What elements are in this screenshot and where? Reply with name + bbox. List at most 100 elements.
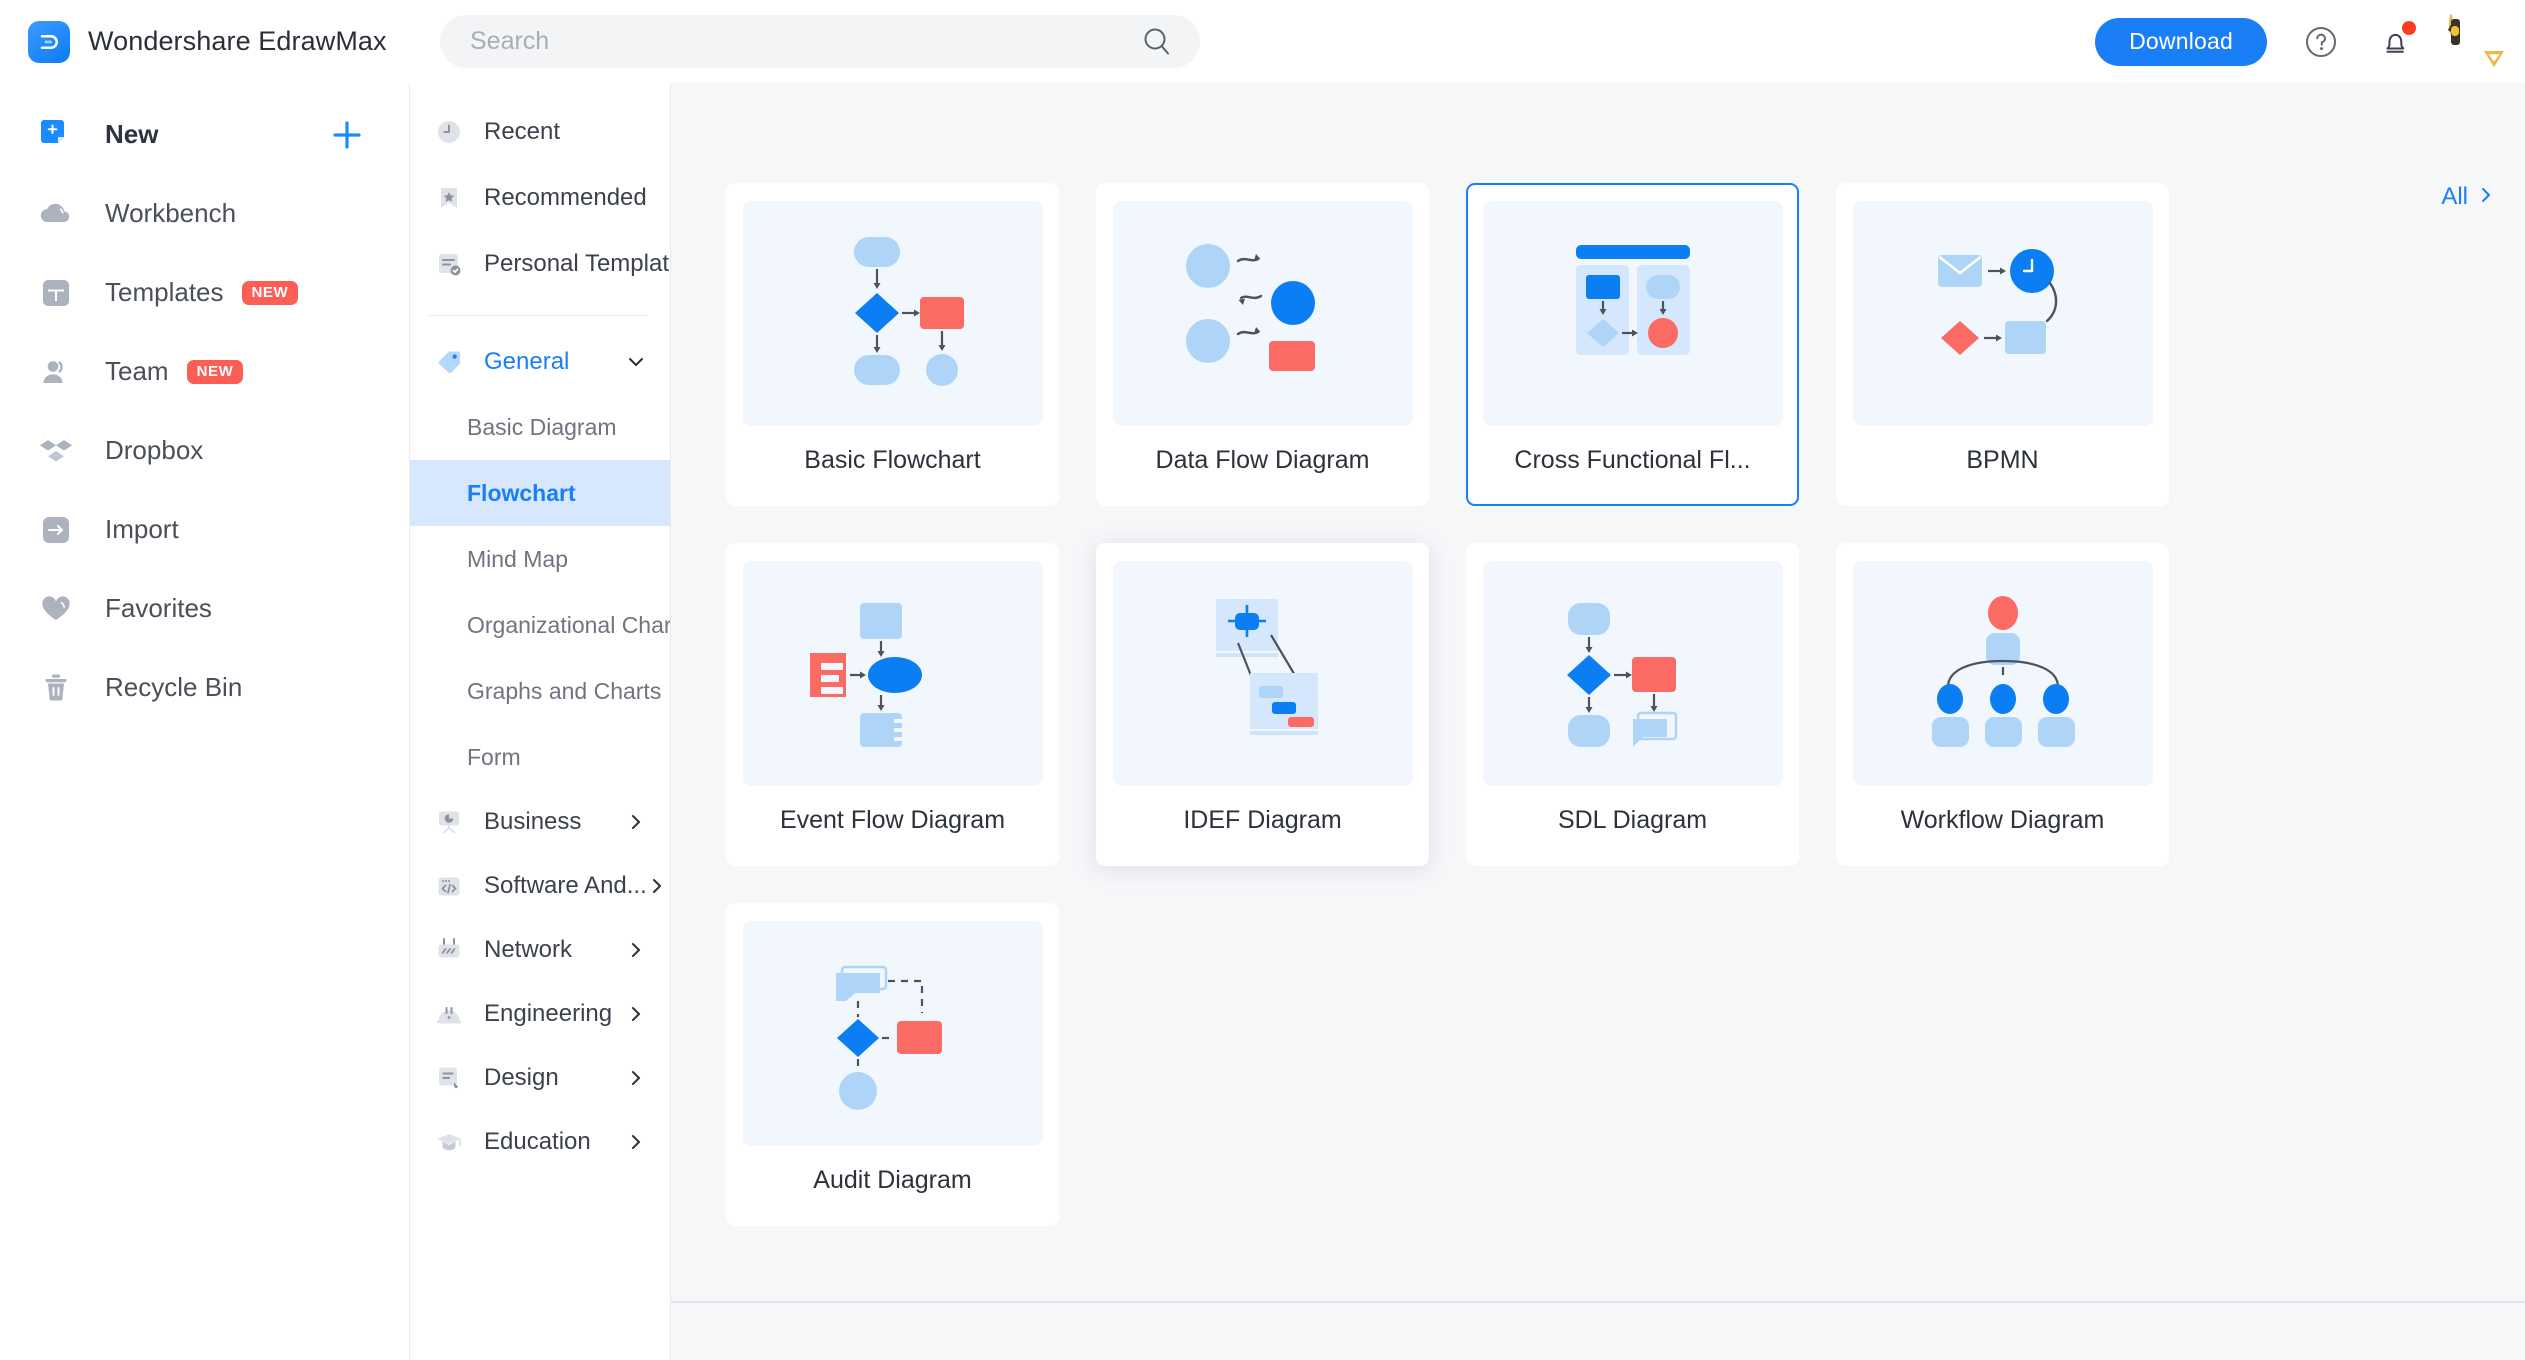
chevron-right-icon[interactable] — [647, 876, 667, 896]
category-subitem-form[interactable]: Form — [410, 724, 670, 790]
view-all-link[interactable]: All — [2441, 183, 2495, 211]
template-card-idef-diagram[interactable]: IDEF Diagram — [1096, 543, 1429, 866]
tag-icon — [434, 347, 464, 377]
panel-divider — [428, 315, 648, 316]
template-card-audit-diagram[interactable]: Audit Diagram — [726, 903, 1059, 1226]
sidebar-item-templates[interactable]: Templates NEW — [0, 253, 409, 332]
category-group-label: Design — [484, 1064, 559, 1091]
template-card-workflow-diagram[interactable]: Workflow Diagram — [1836, 543, 2169, 866]
template-card-basic-flowchart[interactable]: Basic Flowchart — [726, 183, 1059, 506]
search-box[interactable] — [440, 15, 1200, 68]
category-group-engineering[interactable]: Engineering — [410, 982, 670, 1046]
audit-diagram-thumb — [742, 921, 1043, 1146]
category-item-label: Personal Template — [484, 250, 671, 277]
template-card-title: Event Flow Diagram — [779, 806, 1006, 834]
chevron-down-icon[interactable] — [626, 352, 646, 372]
template-card-sdl-diagram[interactable]: SDL Diagram — [1466, 543, 1799, 866]
help-icon[interactable] — [2301, 22, 2341, 62]
bell-icon[interactable] — [2375, 20, 2416, 62]
category-subitem-mind-map[interactable]: Mind Map — [410, 526, 670, 592]
vip-crown-badge-icon — [2482, 48, 2506, 70]
chevron-right-icon[interactable] — [626, 940, 646, 960]
app-body: New Workbench Templates NEW Team NEW Dro… — [0, 83, 2525, 1360]
new-document-icon — [35, 114, 77, 156]
template-card-bpmn[interactable]: BPMN — [1836, 183, 2169, 506]
category-group-label: Engineering — [484, 1000, 613, 1027]
view-all-label: All — [2441, 183, 2468, 210]
chevron-right-icon — [2477, 183, 2495, 211]
brand-name: Wondershare EdrawMax — [88, 26, 387, 56]
templates-icon — [35, 272, 77, 314]
category-subitem-organizational-chart[interactable]: Organizational Chart — [410, 592, 670, 658]
data-flow-diagram-thumb — [1112, 201, 1413, 426]
sidebar-item-dropbox[interactable]: Dropbox — [0, 411, 409, 490]
add-new-button[interactable] — [330, 118, 364, 152]
template-card-title: Basic Flowchart — [804, 446, 981, 474]
sidebar-item-recycle-bin[interactable]: Recycle Bin — [0, 648, 409, 727]
sidebar-item-favorites[interactable]: Favorites — [0, 569, 409, 648]
sidebar-item-label: Recycle Bin — [105, 672, 243, 702]
search-input[interactable] — [470, 27, 1140, 56]
category-group-education[interactable]: Education — [410, 1110, 670, 1174]
template-card-event-flow-diagram[interactable]: Event Flow Diagram — [726, 543, 1059, 866]
category-group-network[interactable]: Network — [410, 918, 670, 982]
code-brackets-icon — [434, 871, 464, 901]
basic-flowchart-thumb — [742, 201, 1043, 426]
category-subitem-flowchart[interactable]: Flowchart — [410, 460, 670, 526]
category-group-label: Business — [484, 808, 582, 835]
trash-icon — [35, 667, 77, 709]
category-item-personal-template[interactable]: Personal Template — [410, 231, 670, 297]
category-group-label: General — [484, 348, 570, 375]
avatar[interactable] — [2447, 13, 2504, 68]
edrawmax-window: Wondershare EdrawMax Download — [0, 0, 2525, 1360]
event-flow-diagram-thumb — [742, 561, 1043, 786]
template-card-data-flow-diagram[interactable]: Data Flow Diagram — [1096, 183, 1429, 506]
notification-dot — [2402, 20, 2416, 35]
category-item-label: Recommended — [484, 184, 647, 211]
sidebar-item-label: Team — [105, 356, 169, 386]
sidebar-item-team[interactable]: Team NEW — [0, 332, 409, 411]
sidebar-item-label: Import — [105, 514, 179, 544]
header-actions: Download — [2095, 13, 2525, 68]
template-gallery: All Basic Flowchart Data Flow Diagram Cr… — [671, 83, 2525, 1360]
idef-diagram-thumb — [1112, 561, 1413, 786]
hard-hat-icon — [434, 999, 464, 1029]
category-group-label: Software And... — [484, 872, 647, 899]
category-group-software[interactable]: Software And... — [410, 854, 670, 918]
sidebar-item-import[interactable]: Import — [0, 490, 409, 569]
category-group-design[interactable]: Design — [410, 1046, 670, 1110]
template-card-title: BPMN — [1966, 446, 2039, 474]
download-button[interactable]: Download — [2095, 17, 2267, 66]
user-avatar-image — [2447, 13, 2460, 46]
sidebar-item-workbench[interactable]: Workbench — [0, 174, 409, 253]
category-item-recommended[interactable]: Recommended — [410, 165, 670, 231]
category-group-general[interactable]: General — [410, 330, 670, 394]
team-people-icon — [35, 351, 77, 393]
chevron-right-icon[interactable] — [626, 1068, 646, 1088]
category-group-business[interactable]: Business — [410, 790, 670, 854]
chevron-right-icon[interactable] — [626, 1132, 646, 1152]
clock-icon — [434, 117, 464, 147]
category-item-recent[interactable]: Recent — [410, 99, 670, 165]
template-card-grid: Basic Flowchart Data Flow Diagram Cross … — [726, 83, 2174, 1226]
category-group-label: Network — [484, 936, 573, 963]
graduation-cap-icon — [434, 1127, 464, 1157]
dropbox-icon — [35, 430, 77, 472]
template-card-cross-functional-flowchart[interactable]: Cross Functional Fl... — [1466, 183, 1799, 506]
app-header: Wondershare EdrawMax Download — [0, 0, 2525, 83]
chevron-right-icon[interactable] — [626, 1004, 646, 1024]
template-card-title: IDEF Diagram — [1183, 806, 1342, 834]
sidebar-item-label: Templates — [105, 277, 224, 307]
category-subitem-graphs-and-charts[interactable]: Graphs and Charts — [410, 658, 670, 724]
cloud-icon — [35, 193, 77, 235]
primary-sidebar: New Workbench Templates NEW Team NEW Dro… — [0, 83, 409, 1360]
category-subitem-basic-diagram[interactable]: Basic Diagram — [410, 394, 670, 460]
search-icon[interactable] — [1140, 25, 1174, 59]
template-card-title: Audit Diagram — [813, 1166, 972, 1194]
sidebar-item-new[interactable]: New — [0, 95, 409, 174]
template-card-title: Cross Functional Fl... — [1514, 446, 1751, 474]
chevron-right-icon[interactable] — [626, 812, 646, 832]
search-container — [440, 15, 1200, 68]
design-pencil-icon — [434, 1063, 464, 1093]
cross-functional-flowchart-thumb — [1482, 201, 1783, 426]
